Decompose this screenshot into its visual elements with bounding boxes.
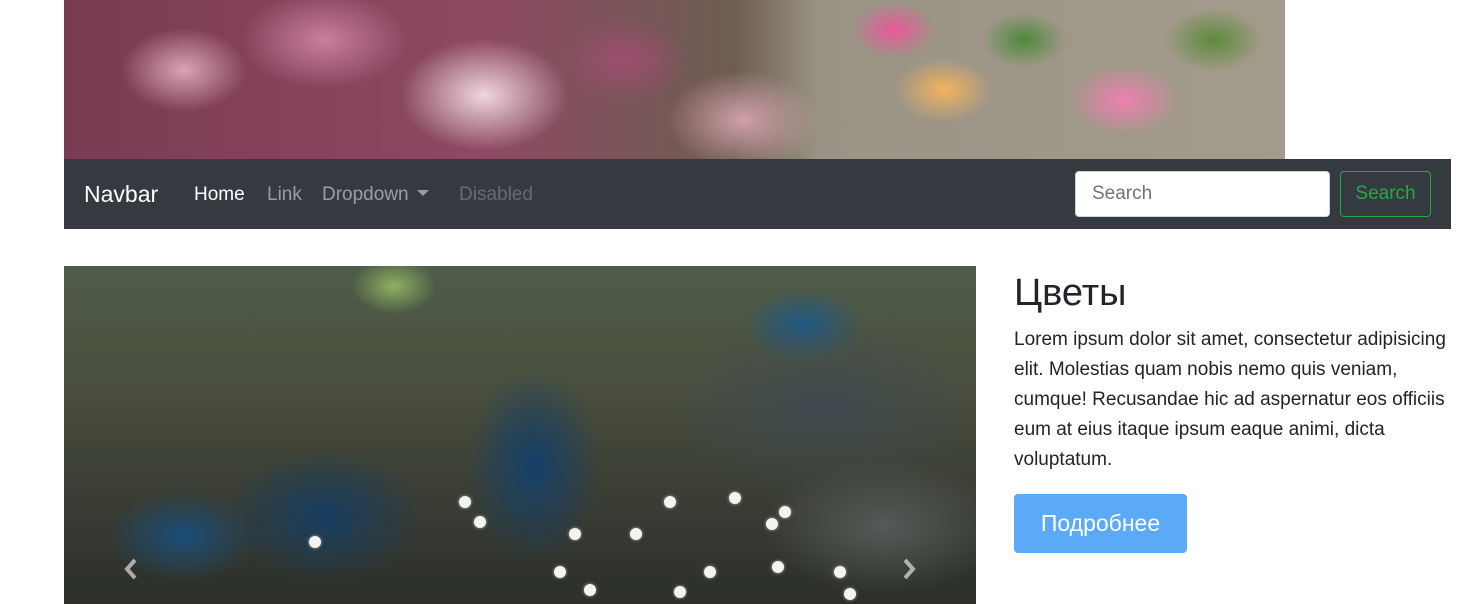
section-title: Цветы [1014, 272, 1127, 314]
flower-decor [584, 584, 596, 596]
flower-decor [554, 566, 566, 578]
navbar-brand[interactable]: Navbar [84, 180, 158, 208]
flower-decor [474, 516, 486, 528]
search-input[interactable] [1075, 171, 1330, 217]
flower-decor [664, 496, 676, 508]
search-button[interactable]: Search [1340, 171, 1431, 217]
carousel-prev-button[interactable] [116, 554, 146, 584]
navbar: Navbar Home Link Dropdown Disabled Searc… [64, 159, 1451, 229]
flower-decor [309, 536, 321, 548]
carousel-next-button[interactable] [894, 554, 924, 584]
image-carousel [64, 266, 976, 604]
more-details-button[interactable]: Подробнее [1014, 494, 1187, 553]
flower-decor [834, 566, 846, 578]
header-banner-image [64, 0, 1285, 159]
caret-down-icon [416, 190, 429, 196]
section-body-text: Lorem ipsum dolor sit amet, consectetur … [1014, 329, 1446, 470]
nav-item-dropdown[interactable]: Dropdown [322, 183, 429, 207]
flower-decor [569, 528, 581, 540]
flower-decor [844, 588, 856, 600]
flower-decor [772, 561, 784, 573]
flower-decor [630, 528, 642, 540]
nav-item-dropdown-label: Dropdown [322, 184, 409, 205]
chevron-right-icon [903, 558, 916, 580]
chevron-left-icon [124, 558, 137, 580]
nav-item-disabled: Disabled [459, 184, 533, 205]
flower-decor [729, 492, 741, 504]
flower-decor [459, 496, 471, 508]
flower-decor [779, 506, 791, 518]
flower-decor [704, 566, 716, 578]
nav-item-link[interactable]: Link [267, 183, 302, 207]
flower-decor [674, 586, 686, 598]
nav-item-home[interactable]: Home [194, 183, 245, 207]
flower-decor [766, 518, 778, 530]
